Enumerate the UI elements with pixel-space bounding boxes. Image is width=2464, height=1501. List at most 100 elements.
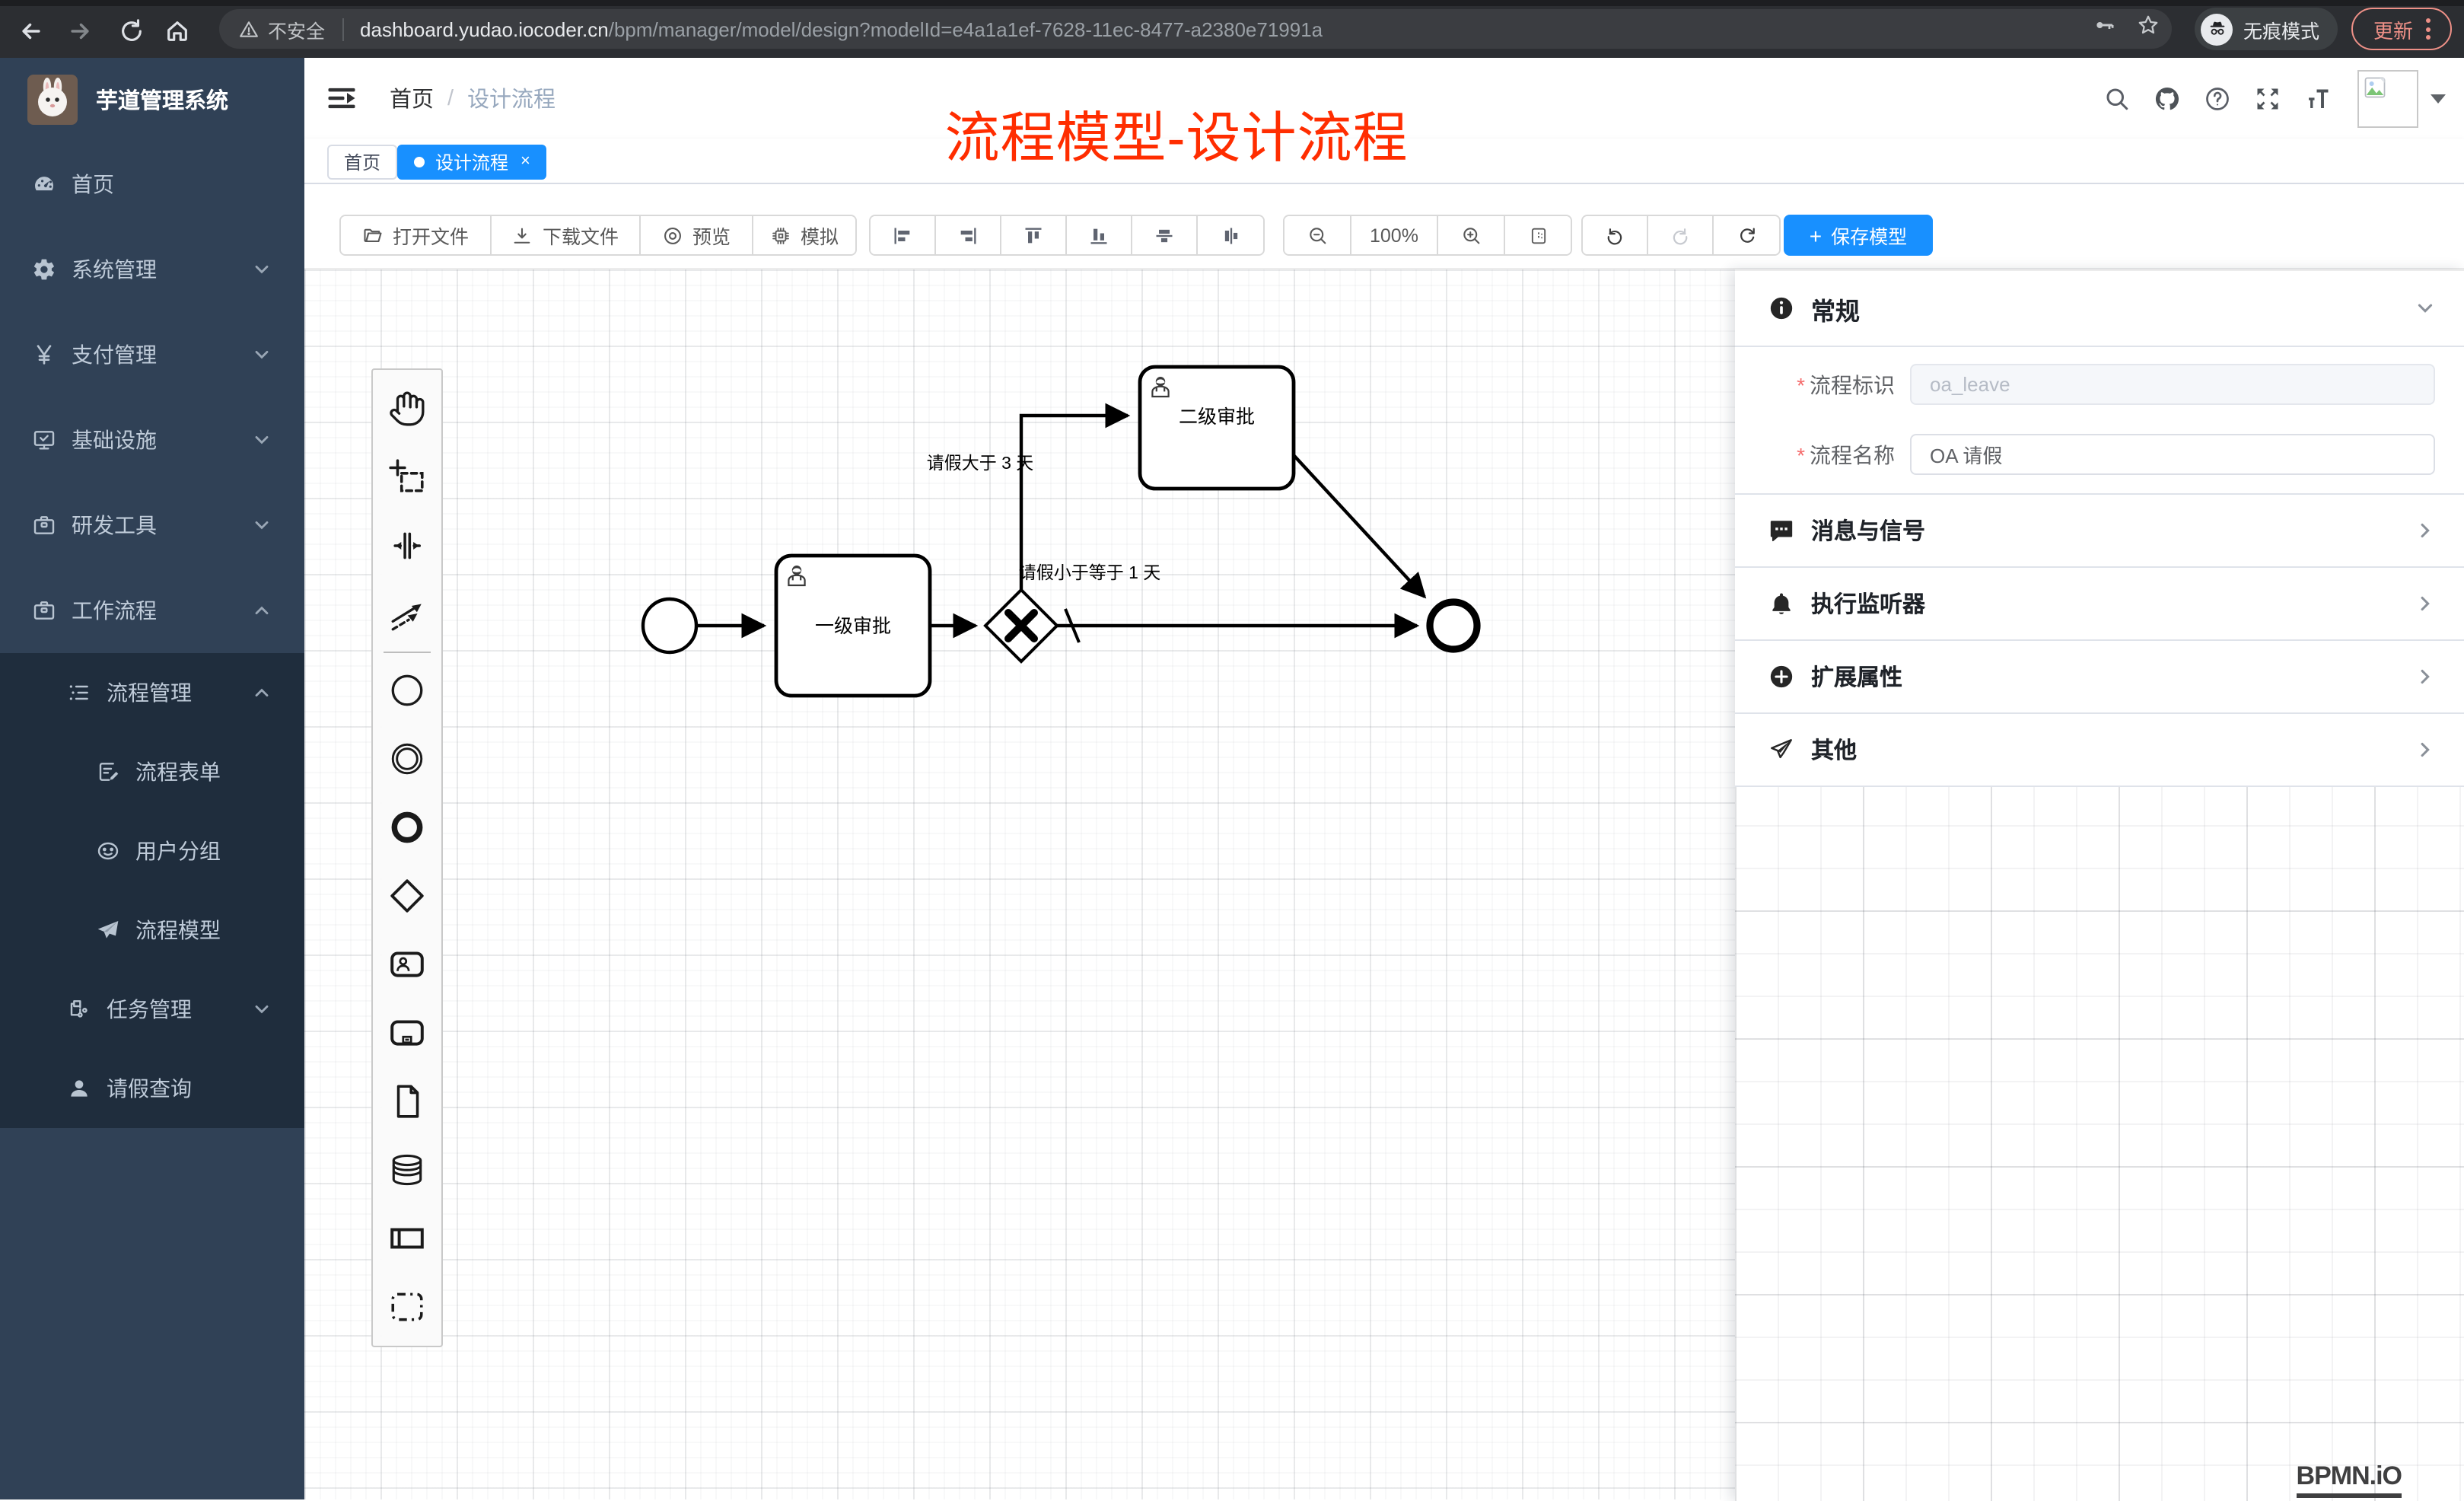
sidebar-item-label: 研发工具 [72,510,157,540]
process-name-input[interactable]: OA 请假 [1910,434,2435,475]
browser-update-button[interactable]: 更新 [2351,8,2452,50]
browser-menu-icon[interactable] [2425,18,2430,40]
breadcrumb-home[interactable]: 首页 [390,82,434,114]
user-task-level2[interactable]: 二级审批 [1140,367,1294,489]
save-model-button[interactable]: + 保存模型 [1784,215,1933,256]
chevron-down-icon [253,1000,271,1018]
align-right-button[interactable] [936,216,1001,254]
required-asterisk: * [1797,372,1805,397]
zoom-in-button[interactable] [1438,216,1505,254]
browser-forward-icon[interactable] [62,14,96,47]
browser-back-icon[interactable] [14,14,47,47]
font-size-icon[interactable] [2292,58,2342,139]
end-event[interactable] [1430,602,1477,649]
chevron-right-icon [2415,740,2435,760]
align-top-button[interactable] [1001,216,1067,254]
sidebar-item-dev-tools[interactable]: 研发工具 [0,483,304,568]
browser-home-icon[interactable] [160,14,193,47]
monitor-check-icon [30,427,56,453]
fullscreen-icon[interactable] [2242,58,2292,139]
download-file-button[interactable]: 下载文件 [492,216,641,254]
flow-task2-to-end[interactable] [1294,455,1425,597]
align-left-button[interactable] [871,216,936,254]
chevron-down-icon [253,260,271,279]
chevron-right-icon [2415,667,2435,687]
required-asterisk: * [1797,442,1805,467]
redo-button[interactable] [1648,216,1714,254]
simulate-button[interactable]: 模拟 [753,216,855,254]
annotation-title: 流程模型-设计流程 [925,107,1428,170]
exclusive-gateway[interactable] [985,590,1057,661]
edge-label-greater-3-days: 请假大于 3 天 [927,453,1034,473]
form-edit-icon [94,759,120,785]
bpmn-canvas[interactable]: 一级审批 二级审批 [304,268,2464,1499]
undo-button[interactable] [1583,216,1648,254]
sidebar-item-leave-query[interactable]: 请假查询 [0,1049,304,1128]
align-center-button[interactable] [1198,216,1263,254]
sidebar-item-payment[interactable]: 支付管理 [0,312,304,397]
start-event[interactable] [643,599,696,652]
sidebar-item-process-model[interactable]: 流程模型 [0,891,304,970]
not-secure-warning-icon [239,19,259,39]
sidebar-item-label: 系统管理 [72,254,157,285]
panel-section-execution-listener[interactable]: 执行监听器 [1735,568,2464,639]
sidebar-item-label: 流程表单 [135,757,221,787]
sidebar-item-infrastructure[interactable]: 基础设施 [0,397,304,483]
tab-design-process[interactable]: 设计流程 × [397,145,547,180]
panel-section-extended-attributes[interactable]: 扩展属性 [1735,641,2464,712]
address-bar[interactable]: 不安全 dashboard.yudao.iocoder.cn/bpm/manag… [219,9,2172,49]
zoom-reset-button[interactable] [1505,216,1571,254]
dashboard-icon [30,171,56,197]
message-icon [1768,518,1794,543]
browser-reload-icon[interactable] [114,14,148,47]
bpmn-io-watermark[interactable]: BPMN.iO [2297,1464,2402,1498]
panel-section-message-signal[interactable]: 消息与信号 [1735,495,2464,566]
tab-home[interactable]: 首页 [327,145,397,180]
sidebar-item-system[interactable]: 系统管理 [0,227,304,312]
align-middle-button[interactable] [1132,216,1198,254]
task1-label: 一级审批 [815,616,891,637]
zoom-level[interactable]: 100% [1351,216,1438,254]
sidebar-item-process-management[interactable]: 流程管理 [0,653,304,732]
sidebar-item-label: 工作流程 [72,595,157,626]
restart-button[interactable] [1714,216,1779,254]
align-bottom-button[interactable] [1067,216,1132,254]
sidebar-item-label: 流程管理 [107,677,192,708]
open-file-button[interactable]: 打开文件 [341,216,492,254]
save-model-label: 保存模型 [1831,221,1907,250]
sidebar-item-label: 基础设施 [72,425,157,455]
section-label: 其他 [1811,734,2415,766]
download-file-label: 下载文件 [543,221,619,250]
avatar-dropdown-caret-icon[interactable] [2431,94,2446,103]
key-icon[interactable] [2093,14,2115,44]
app-logo-row[interactable]: 芋道管理系统 [0,58,304,142]
panel-section-other[interactable]: 其他 [1735,714,2464,786]
sidebar-item-home[interactable]: 首页 [0,142,304,227]
paper-plane-icon [1768,737,1794,763]
paper-plane-icon [94,917,120,943]
sidebar-item-process-form[interactable]: 流程表单 [0,732,304,811]
process-key-input[interactable]: oa_leave [1910,364,2435,405]
avatar[interactable] [2357,69,2418,127]
process-name-label: *流程名称 [1735,439,1895,470]
bookmark-star-icon[interactable] [2137,14,2160,44]
github-icon[interactable] [2141,58,2192,139]
section-label: 扩展属性 [1811,661,2415,693]
url-domain: dashboard.yudao.iocoder.cn [360,18,609,40]
sidebar-item-label: 请假查询 [107,1073,192,1104]
help-icon[interactable] [2192,58,2242,139]
chevron-down-icon [2415,298,2435,318]
zoom-out-button[interactable] [1285,216,1351,254]
sidebar-collapse-icon[interactable] [326,82,358,114]
tab-close-icon[interactable]: × [520,154,530,170]
zoom-level-label: 100% [1370,225,1418,246]
sidebar-item-user-group[interactable]: 用户分组 [0,811,304,891]
search-icon[interactable] [2091,58,2141,139]
user-task-level1[interactable]: 一级审批 [776,556,930,696]
panel-section-general[interactable]: 常规 [1735,271,2464,346]
sidebar-item-task-management[interactable]: 任务管理 [0,970,304,1049]
toolbox-icon [30,512,56,538]
sidebar-item-label: 任务管理 [107,994,192,1025]
sidebar-item-workflow[interactable]: 工作流程 [0,568,304,653]
preview-button[interactable]: 预览 [641,216,753,254]
